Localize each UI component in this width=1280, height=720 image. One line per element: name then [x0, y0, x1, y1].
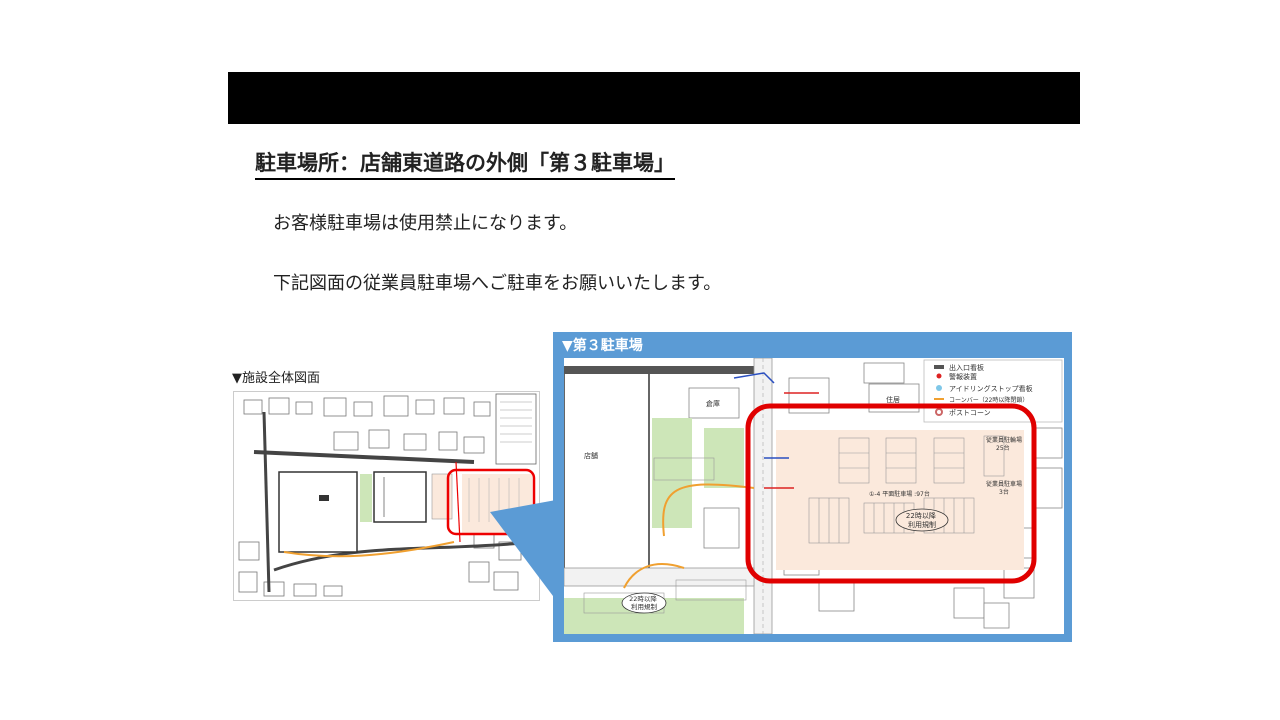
- legend-alarm: 警報装置: [949, 372, 977, 381]
- restricted-label-bottom: 22時以降 利用規制: [629, 594, 659, 611]
- restricted-main-line1: 22時以降: [906, 511, 936, 520]
- legend-cone-bar: コーンバー（22時以降閉鎖）: [949, 396, 1028, 404]
- staff-bike-label: 従業員駐輪場: [986, 436, 1022, 444]
- flat-parking-label: ①-4 平面駐車場 :97台: [869, 490, 930, 498]
- restricted-main-line2: 利用規制: [908, 520, 936, 529]
- parking-detail-map: 出入口看板 警報装置 アイドリングストップ看板 コーンバー（22時以降閉鎖） ポ…: [564, 358, 1064, 634]
- warehouse-label: 倉庫: [706, 399, 720, 408]
- staff-parking-label: 従業員駐車場: [986, 480, 1022, 488]
- store-label: 店舗: [584, 451, 598, 460]
- legend-post-cone: ポストコーン: [949, 409, 991, 417]
- parking-map-caption: ▼第３駐車場: [562, 338, 643, 354]
- legend-idling-sign: アイドリングストップ看板: [949, 384, 1033, 393]
- staff-parking-count: 3台: [999, 488, 1009, 496]
- staff-bike-count: 25台: [996, 444, 1010, 452]
- restricted-bottom-line1: 22時以降: [629, 594, 657, 603]
- legend-entrance-sign: 出入口看板: [949, 363, 984, 372]
- restricted-bottom-line2: 利用規制: [631, 602, 658, 611]
- housing-label: 住居: [886, 395, 900, 404]
